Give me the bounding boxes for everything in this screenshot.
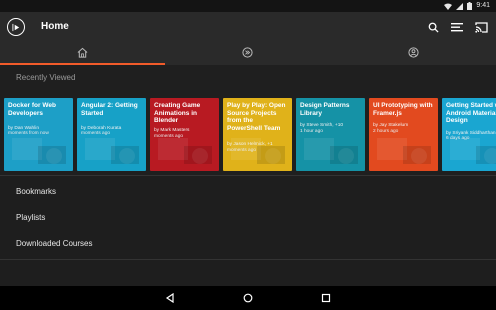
back-icon[interactable] <box>163 291 177 305</box>
course-cards: Docker for Web Developers by Dan Wahlin mo… <box>4 98 496 171</box>
appbar-actions <box>426 20 488 34</box>
course-last-viewed: 6 days ago <box>446 136 470 141</box>
tab-home[interactable] <box>0 43 166 65</box>
course-title: Play by Play: Open Source Projects from … <box>227 102 286 132</box>
course-last-viewed: moments ago <box>227 148 257 153</box>
section-title: Recently Viewed <box>16 73 76 82</box>
system-nav-bar <box>0 286 496 310</box>
home-icon <box>77 45 88 63</box>
menu-item-playlists[interactable]: Playlists <box>0 204 496 230</box>
status-indicators: 9:41 <box>444 1 490 11</box>
page-title: Home <box>41 21 69 32</box>
course-title: UI Prototyping with Framer.js <box>373 102 433 117</box>
course-author: by Jason Helmick, +1 <box>227 142 273 147</box>
course-title: Creating Game Animations in Blender <box>154 102 201 124</box>
course-author: by Mark Masters <box>154 128 190 133</box>
course-card[interactable]: Docker for Web Developers by Dan Wahlin mo… <box>4 98 73 171</box>
menu-item-bookmarks[interactable]: Bookmarks <box>0 178 496 204</box>
course-last-viewed: 1 hour ago <box>300 129 323 134</box>
pluralsight-logo-icon[interactable] <box>7 18 25 36</box>
course-last-viewed: 2 hours ago <box>373 129 399 134</box>
tab-browse[interactable] <box>165 43 330 65</box>
main-tabs <box>0 43 496 65</box>
course-card[interactable]: Angular 2: Getting Started by Deborah Kur… <box>77 98 146 171</box>
library-menu: Bookmarks Playlists Downloaded Courses <box>0 178 496 256</box>
status-bar: 9:41 <box>0 0 496 12</box>
course-last-viewed: moments ago <box>154 134 184 139</box>
divider <box>0 259 496 260</box>
course-author: by Steve Smith, +10 <box>300 123 344 128</box>
fast-forward-circle-icon <box>242 45 254 63</box>
status-time: 9:41 <box>476 2 490 9</box>
recents-icon[interactable] <box>319 291 333 305</box>
course-card[interactable]: Getting Started with Android Material De… <box>442 98 496 171</box>
search-icon[interactable] <box>426 20 440 34</box>
menu-item-downloaded-courses[interactable]: Downloaded Courses <box>0 230 496 256</box>
tab-profile[interactable] <box>331 43 496 65</box>
profile-icon <box>408 45 419 63</box>
sort-filter-icon[interactable] <box>450 20 464 34</box>
course-last-viewed: moments ago <box>81 131 111 136</box>
course-title: Getting Started with Android Material De… <box>446 102 496 124</box>
home-button-icon[interactable] <box>241 291 255 305</box>
course-card[interactable]: UI Prototyping with Framer.js by Jay Stak… <box>369 98 438 171</box>
course-author: by Jay Stakelum <box>373 123 409 128</box>
course-card[interactable]: Design Patterns Library by Steve Smith, +… <box>296 98 365 171</box>
course-title: Design Patterns Library <box>300 102 350 117</box>
course-title: Angular 2: Getting Started <box>81 102 138 117</box>
app-bar: Home <box>0 12 496 43</box>
course-card[interactable]: Creating Game Animations in Blender by Ma… <box>150 98 219 171</box>
course-last-viewed: moments from now <box>8 131 49 136</box>
recently-viewed-section: Recently Viewed Docker for Web Developer… <box>0 65 496 175</box>
course-card[interactable]: Play by Play: Open Source Projects from … <box>223 98 292 171</box>
divider <box>0 175 496 176</box>
cast-icon[interactable] <box>474 20 488 34</box>
course-title: Docker for Web Developers <box>8 102 56 117</box>
